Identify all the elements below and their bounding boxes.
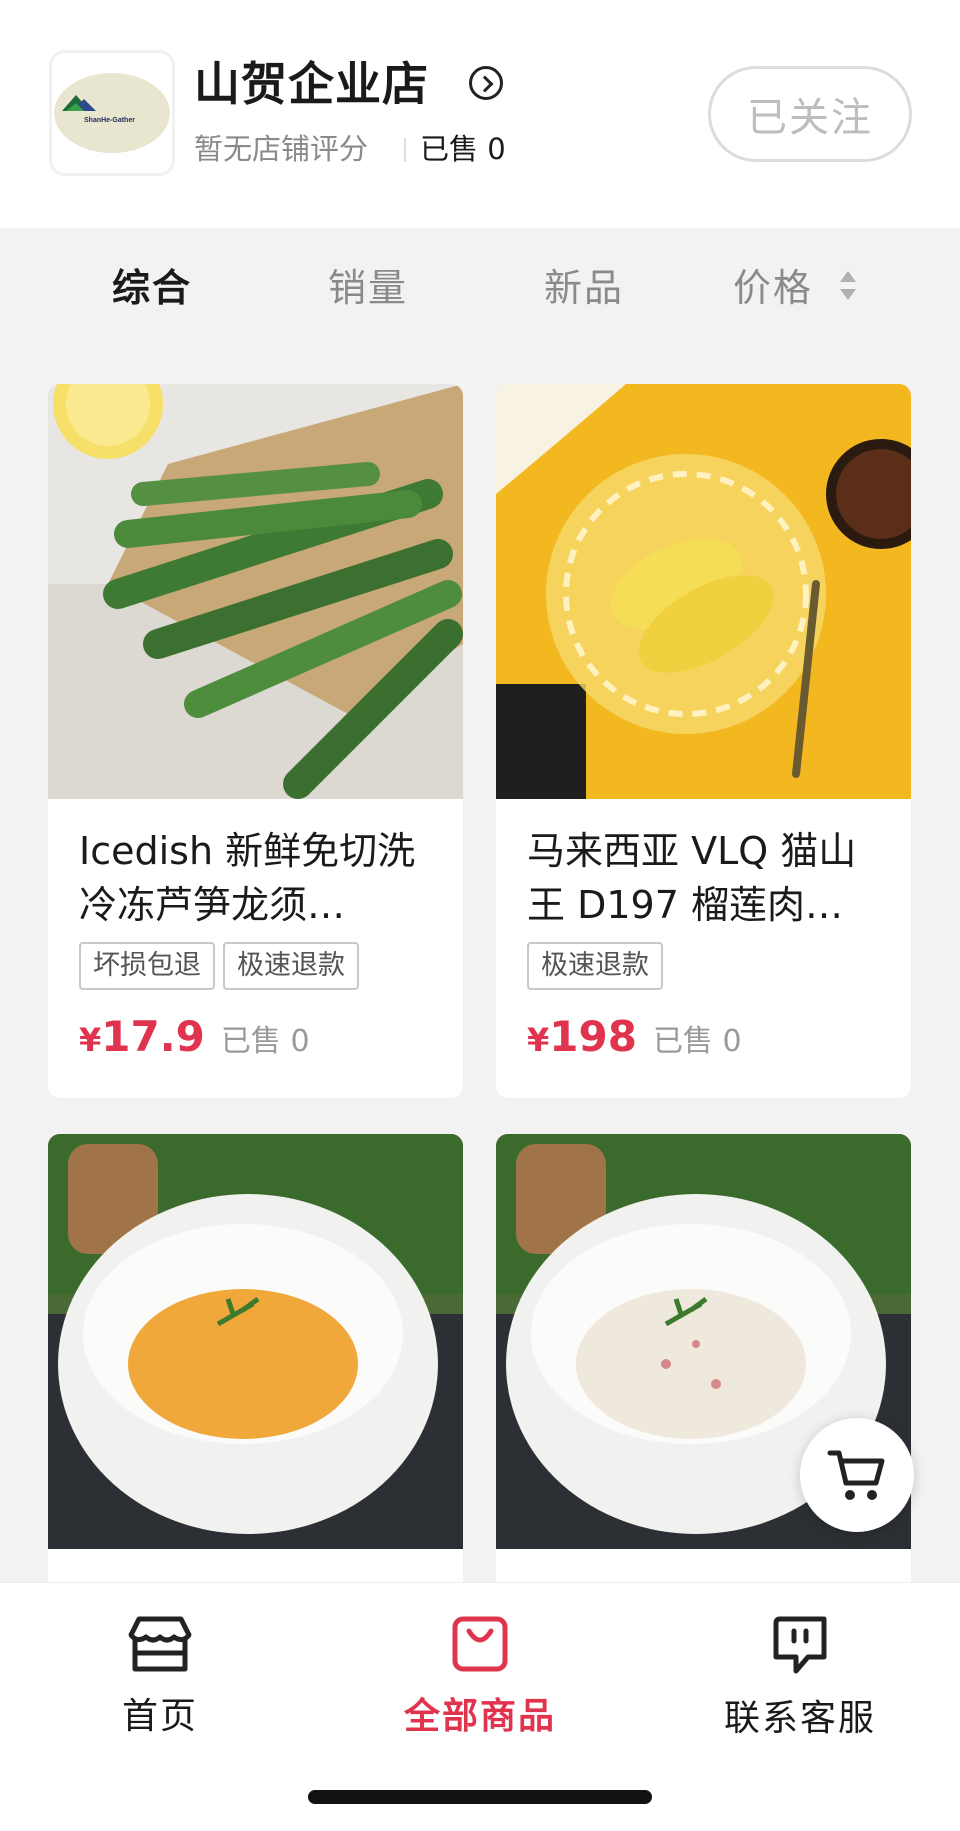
product-image-asparagus[interactable] [48,384,463,799]
tab-sales[interactable]: 销量 [328,260,408,316]
shop-name[interactable]: 山贺企业店 [194,52,429,116]
product-price: 198 [549,1012,637,1061]
product-card[interactable] [496,1134,911,1614]
follow-button[interactable]: 已关注 [708,66,912,162]
product-card[interactable] [48,1134,463,1614]
product-title[interactable]: Icedish 新鲜免切洗冷冻芦笋龙须… [79,824,439,932]
tag-fast-refund: 极速退款 [527,942,663,990]
chevron-right-circle-icon[interactable] [469,66,503,100]
tag-fast-refund: 极速退款 [223,942,359,990]
nav-home[interactable]: 首页 [60,1613,260,1739]
logo-wordmark: ShanHe-Gather [84,117,135,124]
product-tags: 坏损包退 极速退款 [79,942,359,990]
sort-arrows-icon[interactable] [838,271,858,305]
currency-symbol: ¥ [79,1021,102,1059]
tab-price[interactable]: 价格 [733,260,813,316]
sort-tabs: 综合 销量 新品 价格 [0,228,960,348]
tab-new[interactable]: 新品 [544,260,624,316]
shop-logo[interactable]: ShanHe-Gather [49,50,175,176]
product-price: 17.9 [101,1012,205,1061]
currency-symbol: ¥ [527,1021,550,1059]
home-indicator[interactable] [308,1790,652,1804]
chat-icon [773,1616,827,1674]
product-image-durian[interactable] [496,384,911,799]
price-row: ¥ 17.9 已售 0 [79,1012,310,1061]
store-icon [128,1616,192,1672]
product-card[interactable]: 马来西亚 VLQ 猫山王 D197 榴莲肉… 极速退款 ¥ 198 已售 0 [496,384,911,1098]
nav-all-products[interactable]: 全部商品 [380,1613,580,1739]
tag-damage-refund: 坏损包退 [79,942,215,990]
product-card[interactable]: Icedish 新鲜免切洗冷冻芦笋龙须… 坏损包退 极速退款 ¥ 17.9 已售… [48,384,463,1098]
product-title[interactable]: 马来西亚 VLQ 猫山王 D197 榴莲肉… [527,824,887,932]
cart-button[interactable] [800,1418,914,1532]
rating-divider [404,138,406,162]
logo-emblem: ShanHe-Gather [54,73,170,153]
shop-rating: 暂无店铺评分 [194,132,369,166]
shop-sold-count: 已售 0 [420,132,506,166]
nav-customer-service-label: 联系客服 [723,1698,876,1739]
product-sold: 已售 0 [220,1024,310,1059]
nav-home-label: 首页 [121,1696,198,1737]
product-tags: 极速退款 [527,942,663,990]
nav-customer-service[interactable]: 联系客服 [700,1613,900,1741]
tab-comprehensive[interactable]: 综合 [112,260,192,316]
product-sold: 已售 0 [652,1024,742,1059]
product-image-pumpkin-puree[interactable] [48,1134,463,1549]
price-row: ¥ 198 已售 0 [527,1012,742,1061]
nav-all-products-label: 全部商品 [403,1696,556,1737]
shop-header: ShanHe-Gather 山贺企业店 暂无店铺评分 已售 0 已关注 [0,0,960,228]
bag-icon [452,1616,508,1672]
cart-icon [827,1450,885,1500]
